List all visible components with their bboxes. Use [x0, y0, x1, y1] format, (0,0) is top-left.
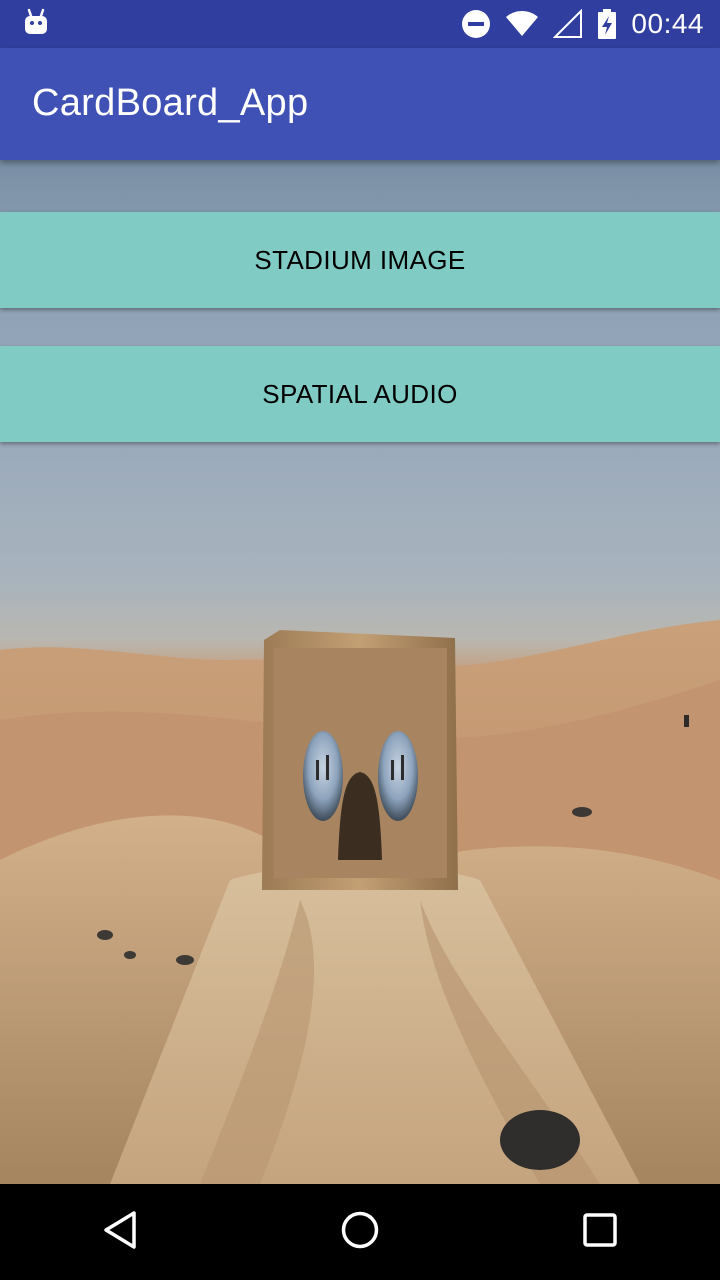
status-icons: 00:44 — [461, 0, 704, 48]
signal-icon — [553, 9, 583, 39]
stadium-image-button[interactable]: STADIUM IMAGE — [0, 212, 720, 308]
app-bar: CardBoard_App — [0, 48, 720, 160]
back-button[interactable] — [60, 1184, 180, 1280]
clock: 00:44 — [631, 8, 704, 39]
recents-button[interactable] — [540, 1184, 660, 1280]
battery-charging-icon — [597, 9, 617, 39]
android-debug-icon — [22, 8, 50, 36]
do-not-disturb-icon — [461, 9, 491, 39]
navigation-bar — [0, 1184, 720, 1280]
recents-icon — [582, 1212, 618, 1252]
screen: 00:44 CardBoard_App STADIUM IMAGE SPATIA… — [0, 0, 720, 1280]
app-title: CardBoard_App — [32, 82, 309, 124]
wifi-icon — [505, 10, 539, 38]
home-button[interactable] — [300, 1184, 420, 1280]
cardboard-viewer-desert-image — [0, 160, 720, 1184]
home-icon — [340, 1210, 380, 1254]
spatial-audio-button[interactable]: SPATIAL AUDIO — [0, 346, 720, 442]
back-icon — [102, 1210, 138, 1254]
status-bar: 00:44 — [0, 0, 720, 48]
